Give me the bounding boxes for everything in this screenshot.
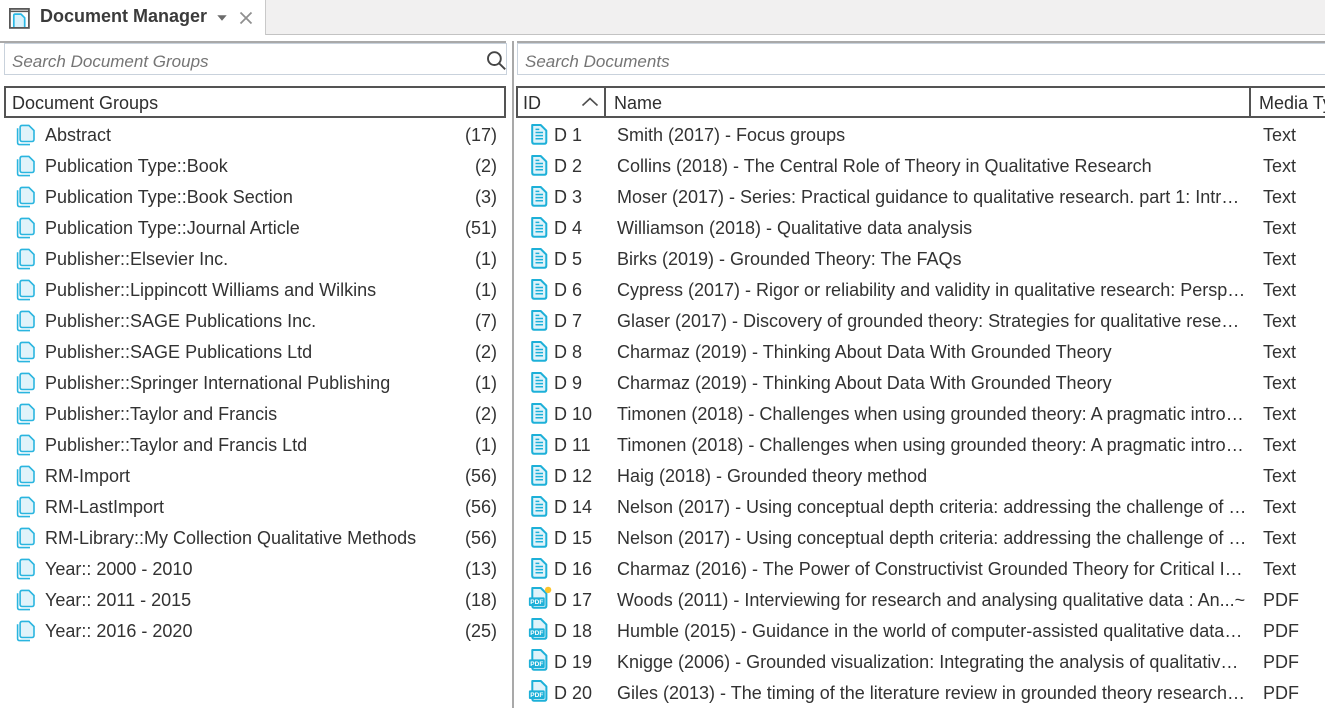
svg-text:PDF: PDF bbox=[530, 661, 543, 668]
svg-text:PDF: PDF bbox=[530, 630, 543, 637]
svg-text:PDF: PDF bbox=[530, 692, 543, 699]
svg-text:PDF: PDF bbox=[530, 599, 543, 606]
